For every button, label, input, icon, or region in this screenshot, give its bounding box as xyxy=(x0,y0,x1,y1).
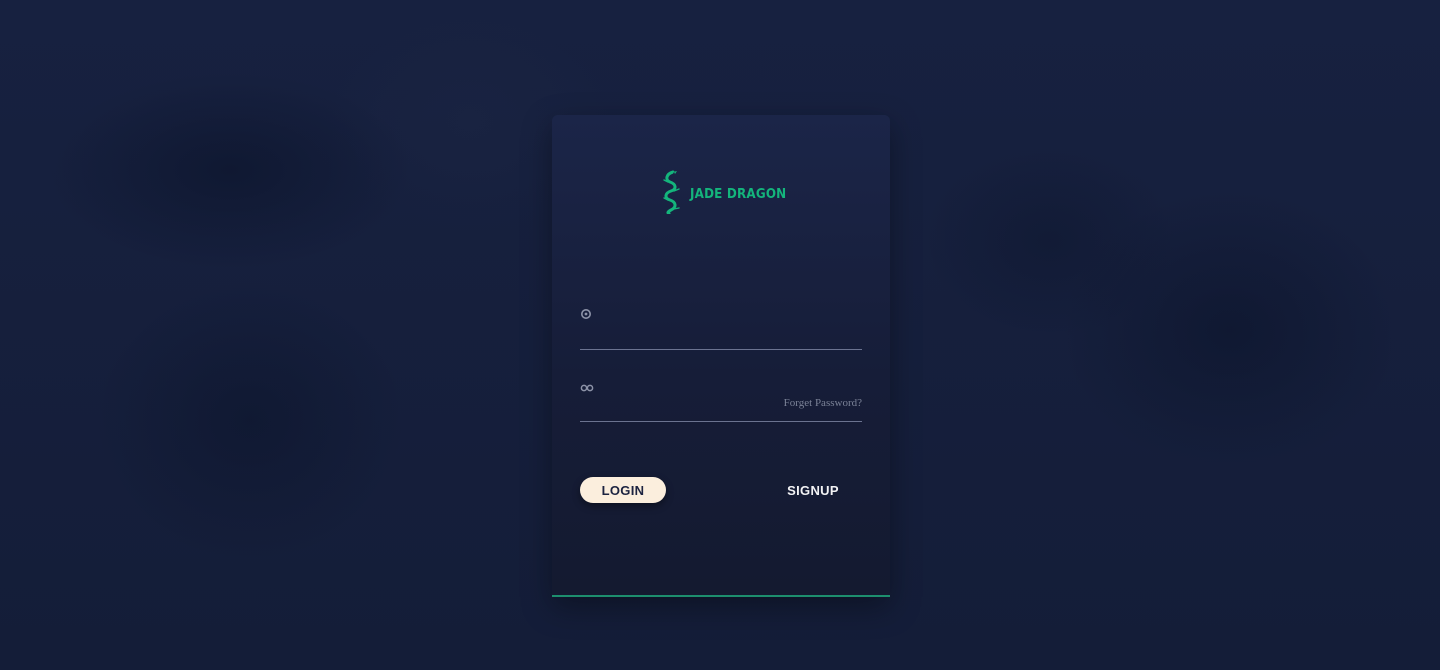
user-icon xyxy=(580,307,594,321)
brand-logo: JADE DRAGON xyxy=(660,170,795,219)
login-card: JADE DRAGON Forget Password? LOGIN SIGNU… xyxy=(552,115,890,597)
forgot-password-link[interactable]: Forget Password? xyxy=(784,397,862,409)
username-input[interactable] xyxy=(602,303,856,335)
signup-button[interactable]: SIGNUP xyxy=(778,477,848,503)
password-field-group: Forget Password? xyxy=(580,377,862,422)
login-button[interactable]: LOGIN xyxy=(580,477,666,503)
key-icon xyxy=(580,381,594,395)
brand-name: JADE DRAGON xyxy=(690,187,787,202)
dragon-icon xyxy=(660,170,684,219)
username-field-group xyxy=(580,303,862,350)
